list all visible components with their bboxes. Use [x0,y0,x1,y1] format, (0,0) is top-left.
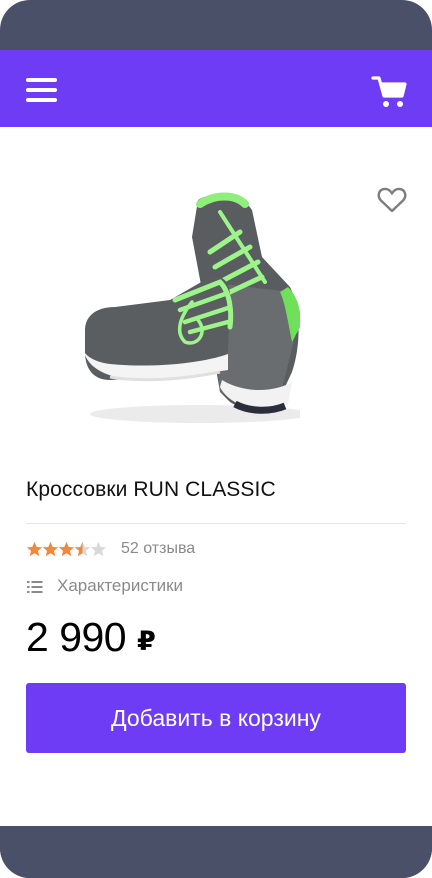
running-shoes-image [80,182,310,427]
star-empty-icon [90,541,107,557]
product-card: Кроссовки RUN CLASSIC 52 отзыва Характер… [0,127,432,826]
divider [26,523,406,524]
star-icon [26,541,43,557]
rating-stars [26,541,107,559]
star-icon [58,541,75,557]
currency-symbol: ₽ [137,626,156,657]
add-to-cart-label: Добавить в корзину [111,704,321,731]
bottom-bar [0,826,432,878]
product-title: Кроссовки RUN CLASSIC [26,478,276,501]
hamburger-menu-icon[interactable] [26,78,58,102]
reviews-link[interactable]: 52 отзыва [121,540,195,558]
device-frame: Кроссовки RUN CLASSIC 52 отзыва Характер… [0,0,432,878]
star-half-icon [74,541,91,557]
star-icon [42,541,59,557]
list-icon [27,579,43,593]
product-price: 2 990 [26,614,127,660]
heart-outline-icon[interactable] [377,186,407,214]
top-app-bar [0,50,432,127]
specs-link[interactable]: Характеристики [57,576,183,596]
shopping-cart-icon[interactable] [371,75,407,109]
add-to-cart-button[interactable]: Добавить в корзину [26,683,406,753]
